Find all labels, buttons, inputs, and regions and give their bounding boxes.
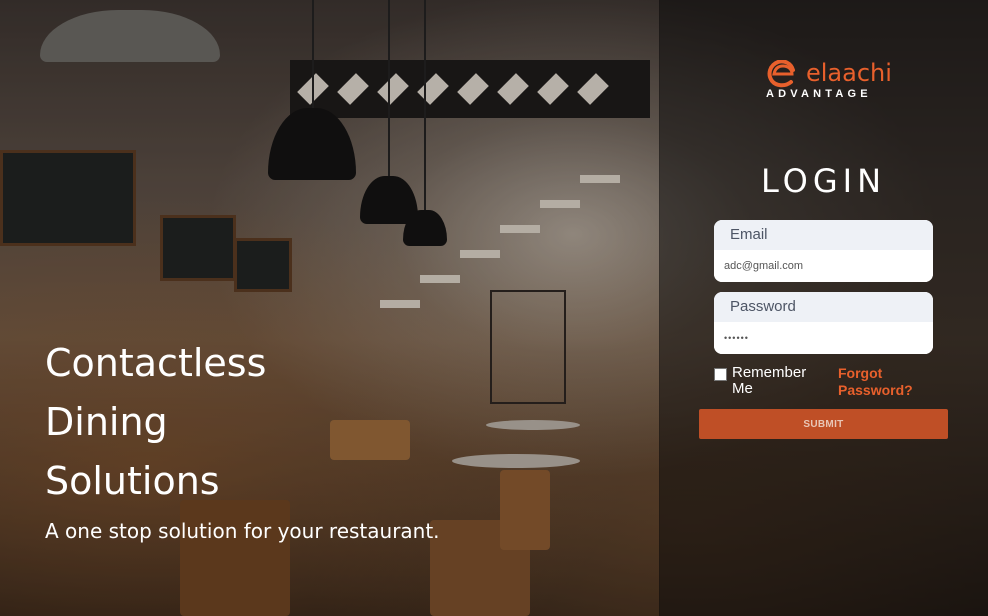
brand-subtitle: ADVANTAGE xyxy=(766,88,872,100)
hero-line: Solutions xyxy=(45,459,220,503)
email-field: Email xyxy=(714,220,933,282)
brand-logo: elaachi ADVANTAGE xyxy=(766,58,896,104)
password-label: Password xyxy=(714,292,933,322)
email-input[interactable] xyxy=(714,250,933,282)
remember-checkbox[interactable] xyxy=(714,368,727,381)
login-title: LOGIN xyxy=(760,162,887,200)
email-label: Email xyxy=(714,220,933,250)
hero-heading: Contactless Dining Solutions xyxy=(45,334,266,511)
hero-tagline: A one stop solution for your restaurant. xyxy=(45,519,440,543)
password-input[interactable] xyxy=(714,322,933,354)
forgot-password-link[interactable]: Forgot Password? xyxy=(838,365,938,399)
hero-line: Dining xyxy=(45,400,168,444)
remember-label: Remember Me xyxy=(732,364,807,397)
password-field: Password xyxy=(714,292,933,354)
brand-name: elaachi xyxy=(806,59,892,87)
hero-line: Contactless xyxy=(45,341,267,385)
elaachi-logo-icon xyxy=(767,60,795,88)
submit-button[interactable]: SUBMIT xyxy=(699,409,948,439)
